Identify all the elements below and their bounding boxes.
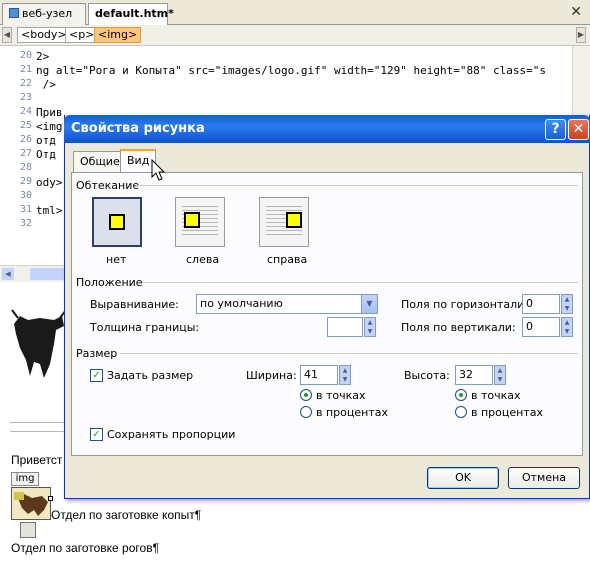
tab-website[interactable]: веб-узел [2, 3, 86, 25]
width-unit-pct-label: в процентах [316, 406, 388, 419]
line-number: 26 [19, 134, 32, 145]
vspace-label: Поля по вертикали: [401, 321, 516, 334]
appearance-panel: Обтекание нет слева справа Положение Выр… [71, 172, 583, 456]
tab-general[interactable]: Общие [73, 151, 127, 172]
code-line[interactable]: tml> [36, 204, 63, 217]
help-icon[interactable]: ? [545, 119, 566, 140]
wrap-right-option[interactable] [259, 197, 309, 247]
align-label: Выравнивание: [90, 298, 179, 311]
wrap-none-option[interactable] [92, 197, 142, 247]
align-value: по умолчанию [200, 297, 283, 310]
mouse-cursor-icon [151, 159, 166, 181]
width-unit-px-label: в точках [316, 389, 366, 402]
border-thickness-label: Толщина границы: [90, 321, 200, 334]
height-input[interactable]: 32 [455, 365, 493, 385]
line-number: 28 [19, 162, 32, 173]
line-number: 30 [19, 190, 32, 201]
section-divider [120, 353, 578, 354]
height-spinner-icon[interactable]: ▲ ▼ [494, 365, 506, 385]
line-number: 32 [19, 218, 32, 229]
border-spinner-icon[interactable]: ▲ ▼ [364, 317, 376, 337]
keep-ratio-checkbox[interactable]: ✓ [90, 428, 103, 441]
wrap-none-label: нет [106, 253, 127, 266]
code-line[interactable]: Отд [36, 148, 56, 161]
line-number: 29 [19, 176, 32, 187]
tag-img[interactable]: <img> [94, 27, 142, 43]
vspace-input[interactable]: 0 [522, 317, 560, 337]
tag-body[interactable]: <body> [17, 27, 71, 43]
code-line[interactable]: ng alt="Рога и Копыта" src="images/logo.… [36, 64, 546, 77]
line-number: 22 [19, 78, 32, 89]
document-tab-strip: веб-узел default.htm* ✕ [0, 0, 590, 26]
tag-scroll-left-icon[interactable]: ◀ [2, 27, 12, 43]
line-number: 21 [19, 64, 32, 75]
code-line[interactable]: Прив [36, 106, 63, 119]
greeting-text: Приветст [11, 453, 63, 467]
hspace-spinner-icon[interactable]: ▲ ▼ [561, 294, 573, 314]
paragraph-horns: Отдел по заготовке рогов¶ [11, 541, 160, 555]
code-line[interactable]: /> [36, 78, 56, 91]
width-input[interactable]: 41 [300, 365, 338, 385]
image-placeholder-icon[interactable] [20, 522, 36, 538]
line-number: 25 [19, 120, 32, 131]
line-number: 24 [19, 106, 32, 117]
chevron-down-icon[interactable]: ▼ [361, 295, 377, 313]
scroll-left-icon[interactable]: ◀ [2, 268, 14, 280]
set-size-checkbox[interactable]: ✓ [90, 369, 103, 382]
vspace-spinner-icon[interactable]: ▲ ▼ [561, 317, 573, 337]
position-section-title: Положение [76, 276, 143, 289]
width-unit-pct-radio[interactable] [300, 406, 312, 418]
line-number: 27 [19, 148, 32, 159]
hspace-input[interactable]: 0 [522, 294, 560, 314]
keep-ratio-label: Сохранять пропорции [107, 428, 236, 441]
code-line[interactable]: <img [36, 120, 63, 133]
horizontal-rule [10, 422, 66, 432]
section-divider [136, 185, 578, 186]
img-tag-marker: img [11, 472, 39, 486]
code-line[interactable]: 2> [36, 50, 49, 63]
width-spinner-icon[interactable]: ▲ ▼ [339, 365, 351, 385]
dialog-title-bar: Свойства рисунка ? ✕ [64, 115, 590, 143]
quick-tag-bar: ◀ <body> <p> <img> ▶ [0, 25, 590, 46]
picture-square-icon [109, 214, 125, 230]
picture-square-icon [286, 212, 302, 228]
width-unit-px-radio[interactable] [300, 389, 312, 401]
wrap-left-label: слева [186, 253, 220, 266]
line-number: 31 [19, 204, 32, 215]
wrap-right-label: справа [267, 253, 308, 266]
resize-handle-icon[interactable] [48, 496, 53, 501]
width-label: Ширина: [246, 369, 297, 382]
hspace-label: Поля по горизонтали: [401, 298, 529, 311]
scroll-thumb[interactable] [30, 268, 64, 280]
picture-square-icon [184, 212, 200, 228]
section-divider [142, 282, 578, 283]
height-unit-px-radio[interactable] [455, 389, 467, 401]
close-document-icon[interactable]: ✕ [570, 4, 582, 20]
site-icon [9, 8, 19, 18]
code-line[interactable]: ody> [36, 176, 63, 189]
tag-scroll-right-icon[interactable]: ▶ [576, 27, 586, 43]
code-line[interactable]: отд [36, 134, 56, 147]
cancel-button[interactable]: Отмена [508, 467, 580, 489]
picture-properties-dialog: Свойства рисунка ? ✕ Общие Вид Обтекание… [64, 115, 590, 499]
height-unit-pct-label: в процентах [471, 406, 543, 419]
wrap-left-option[interactable] [175, 197, 225, 247]
height-unit-px-label: в точках [471, 389, 521, 402]
height-label: Высота: [404, 369, 450, 382]
align-dropdown[interactable]: по умолчанию ▼ [196, 294, 378, 314]
dialog-title: Свойства рисунка [71, 121, 205, 136]
height-unit-pct-radio[interactable] [455, 406, 467, 418]
paragraph-hooves: Отдел по заготовке копыт¶ [51, 508, 202, 522]
border-thickness-input[interactable] [327, 317, 363, 337]
size-section-title: Размер [76, 347, 118, 360]
line-number: 23 [19, 92, 32, 103]
set-size-label: Задать размер [107, 369, 194, 382]
wrapping-section-title: Обтекание [76, 179, 140, 192]
line-number: 20 [19, 50, 32, 61]
tab-default-htm[interactable]: default.htm* [88, 3, 174, 26]
selected-image[interactable] [11, 487, 51, 520]
ok-button[interactable]: OK [427, 467, 499, 489]
logo-bull-image[interactable] [10, 304, 67, 384]
close-icon[interactable]: ✕ [568, 119, 589, 140]
